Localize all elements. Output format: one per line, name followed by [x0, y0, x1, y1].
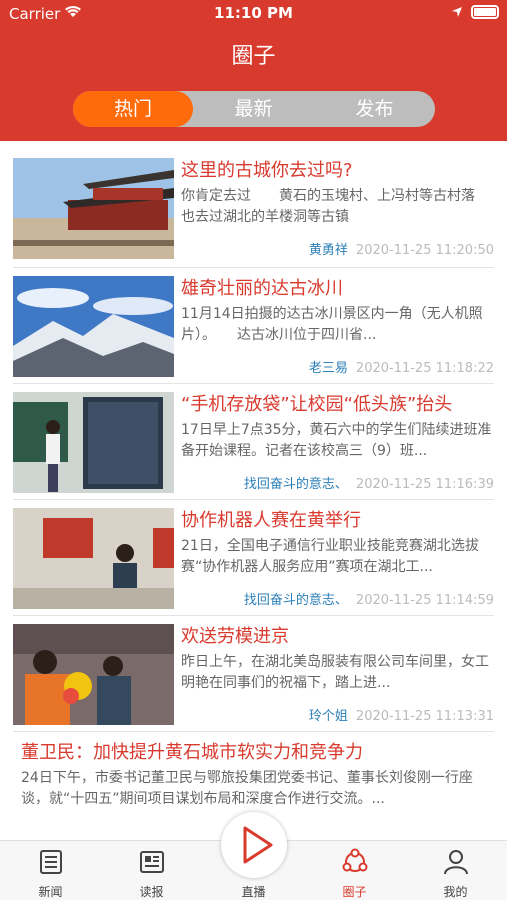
item-desc: 24日下午，市委书记董卫民与鄂旅投集团党委书记、董事长刘俊刚一行座谈，就“十四五… — [21, 770, 473, 807]
tab-publish[interactable]: 发布 — [314, 91, 435, 127]
item-title: 雄奇壮丽的达古冰川 — [181, 278, 343, 299]
segment-control: 热门 最新 发布 — [73, 91, 435, 127]
user-icon — [444, 850, 468, 875]
news-icon — [40, 850, 62, 874]
list-item[interactable]: 雄奇壮丽的达古冰川 11月14日拍摄的达古冰川景区内一角（无人机照片）。 达古冰… — [13, 268, 494, 384]
item-date: 2020-11-25 11:20:50 — [355, 243, 494, 258]
tab-label: 圈子 — [342, 885, 367, 899]
item-meta: 黄勇祥 2020-11-25 11:20:50 — [309, 239, 494, 258]
live-play-button[interactable] — [221, 812, 287, 878]
tab-label: 直播 — [241, 885, 266, 899]
page-title: 圈子 — [231, 44, 276, 69]
tab-hot[interactable]: 热门 — [73, 91, 193, 127]
item-author[interactable]: 黄勇祥 — [309, 243, 348, 258]
item-desc: 21日，全国电子通信行业职业技能竞赛湖北选拔赛“协作机器人服务应用”赛项在湖北工… — [181, 538, 479, 575]
status-bar: Carrier 11:10 PM — [0, 0, 507, 28]
battery-icon — [471, 5, 499, 19]
item-meta: 找回奋斗的意志、 2020-11-25 11:16:39 — [244, 473, 494, 492]
item-title: 这里的古城你去过吗? — [181, 160, 353, 181]
item-desc: 17日早上7点35分，黄石六中的学生们陆续进班准备开始课程。记者在该校高三（9）… — [181, 422, 492, 459]
item-author[interactable]: 玲个姐 — [309, 709, 348, 724]
model-worker-thumbnail — [13, 624, 174, 725]
item-date: 2020-11-25 11:13:31 — [355, 709, 494, 724]
list-item[interactable]: 这里的古城你去过吗? 你肯定去过 黄石的玉塊村、上冯村等古村落 也去过湖北的羊楼… — [13, 150, 494, 268]
glacier-thumbnail — [13, 276, 174, 377]
tab-news[interactable]: 新闻 — [0, 841, 101, 900]
item-date: 2020-11-25 11:16:39 — [355, 477, 494, 492]
tab-newspaper[interactable]: 读报 — [101, 841, 202, 900]
item-author[interactable]: 找回奋斗的意志、 — [244, 593, 348, 608]
item-date: 2020-11-25 11:14:59 — [355, 593, 494, 608]
play-icon — [243, 826, 273, 864]
item-desc: 11月14日拍摄的达古冰川景区内一角（无人机照片）。 达古冰川位于四川省... — [181, 306, 483, 343]
tab-circle[interactable]: 圈子 — [304, 841, 405, 900]
list-item[interactable]: “手机存放袋”让校园“低头族”抬头 17日早上7点35分，黄石六中的学生们陆续进… — [13, 384, 494, 500]
classroom-thumbnail — [13, 392, 174, 493]
item-author[interactable]: 找回奋斗的意志、 — [244, 477, 348, 492]
tab-label: 读报 — [139, 885, 164, 899]
status-time: 11:10 PM — [214, 4, 293, 22]
item-title: 董卫民：加快提升黄石城市软实力和竞争力 — [21, 742, 363, 763]
list-item[interactable]: 欢送劳模进京 昨日上午，在湖北美岛服装有限公司车间里，女工明艳在同事们的祝福下，… — [13, 616, 494, 732]
item-date: 2020-11-25 11:18:22 — [355, 361, 494, 376]
item-desc: 你肯定去过 黄石的玉塊村、上冯村等古村落 也去过湖北的羊楼洞等古镇 — [181, 188, 494, 225]
tab-me[interactable]: 我的 — [405, 841, 506, 900]
tab-latest[interactable]: 最新 — [193, 91, 314, 127]
robot-contest-thumbnail — [13, 508, 174, 609]
tab-label: 我的 — [443, 885, 468, 899]
tab-label: 新闻 — [38, 885, 63, 899]
newspaper-icon — [140, 851, 164, 873]
item-title: 协作机器人赛在黄举行 — [181, 510, 361, 531]
item-author[interactable]: 老三易 — [309, 361, 348, 376]
item-desc: 昨日上午，在湖北美岛服装有限公司车间里，女工明艳在同事们的祝福下，踏上进... — [181, 654, 489, 691]
item-meta: 找回奋斗的意志、 2020-11-25 11:14:59 — [244, 589, 494, 608]
item-meta: 玲个姐 2020-11-25 11:13:31 — [309, 705, 494, 724]
item-meta: 老三易 2020-11-25 11:18:22 — [309, 357, 494, 376]
location-arrow-icon — [452, 7, 462, 17]
list-item[interactable]: 协作机器人赛在黄举行 21日，全国电子通信行业职业技能竞赛湖北选拔赛“协作机器人… — [13, 500, 494, 616]
circle-icon — [342, 848, 368, 872]
item-title: “手机存放袋”让校园“低头族”抬头 — [181, 394, 453, 415]
header-bar: Carrier 11:10 PM 圈子 热门 最新 发布 — [0, 0, 507, 141]
ancient-city-thumbnail — [13, 158, 174, 259]
item-title: 欢送劳模进京 — [181, 626, 289, 647]
